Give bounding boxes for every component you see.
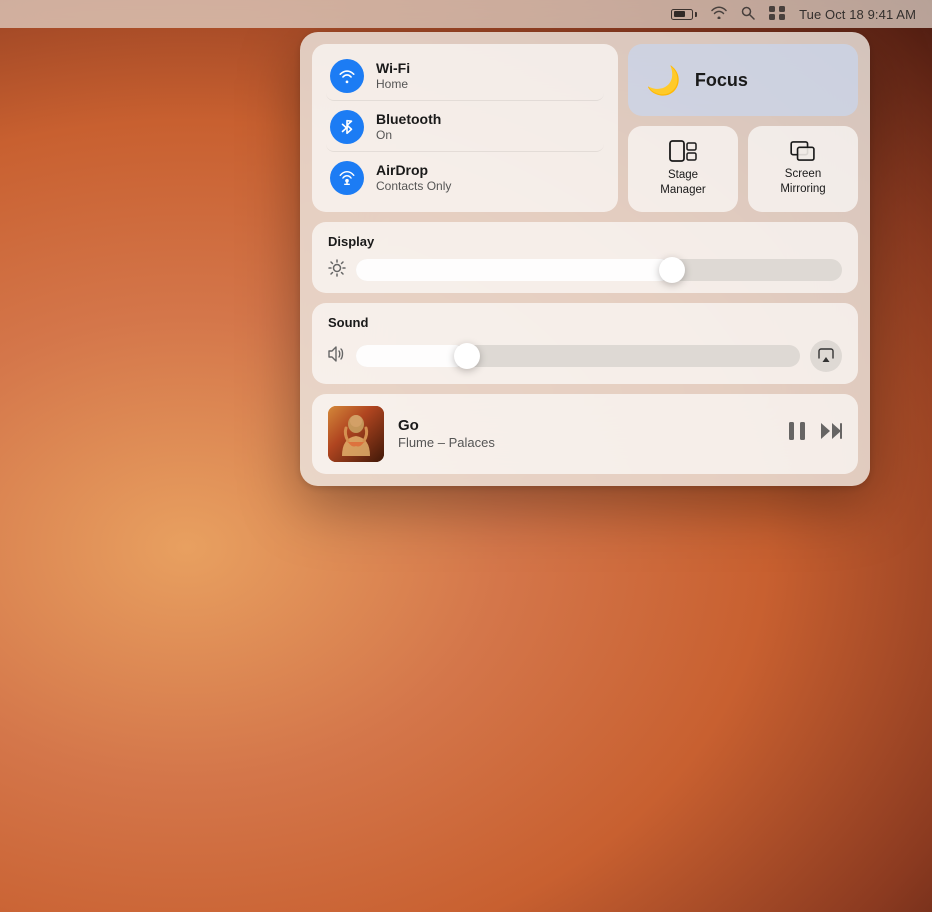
moon-icon: 🌙 [646,64,681,97]
volume-slider[interactable] [356,345,800,367]
display-panel: Display [312,222,858,293]
control-center-panel: Wi-Fi Home Bluetooth On [300,32,870,486]
bluetooth-icon-wrap [330,110,364,144]
wifi-icon [338,67,356,85]
track-info: Go Flume – Palaces [398,416,774,452]
display-slider-row [328,259,842,281]
screen-mirroring-icon [790,141,816,161]
wifi-item[interactable]: Wi-Fi Home [326,52,604,101]
wifi-menubar-icon [711,6,727,22]
focus-label: Focus [695,70,748,91]
stage-manager-icon [669,140,697,162]
bluetooth-icon [338,118,356,136]
wifi-subtitle: Home [376,77,410,91]
airplay-button[interactable] [810,340,842,372]
album-art [328,406,384,462]
bluetooth-text: Bluetooth On [376,111,441,142]
stage-manager-panel[interactable]: StageManager [628,126,738,212]
bluetooth-subtitle: On [376,128,441,142]
airdrop-item[interactable]: AirDrop Contacts Only [326,154,604,202]
airdrop-subtitle: Contacts Only [376,179,451,193]
display-label: Display [328,234,842,249]
control-center-menubar-icon[interactable] [769,6,785,23]
screen-mirroring-label: ScreenMirroring [780,167,825,197]
sound-panel: Sound [312,303,858,384]
airdrop-title: AirDrop [376,162,451,179]
brightness-icon [328,259,346,280]
wifi-icon-wrap [330,59,364,93]
album-art-graphic [328,406,384,462]
menubar: Tue Oct 18 9:41 AM [0,0,932,28]
focus-panel[interactable]: 🌙 Focus [628,44,858,116]
airdrop-text: AirDrop Contacts Only [376,162,451,193]
menubar-datetime: Tue Oct 18 9:41 AM [799,7,916,22]
screen-mirroring-panel[interactable]: ScreenMirroring [748,126,858,212]
search-menubar-icon [741,6,755,23]
skip-forward-button[interactable] [820,422,842,446]
brightness-slider[interactable] [356,259,842,281]
airplay-icon [818,348,834,363]
sound-slider-row [328,340,842,372]
wifi-text: Wi-Fi Home [376,60,410,91]
right-column: 🌙 Focus StageManager [628,44,858,212]
small-panels-row: StageManager ScreenMirroring [628,126,858,212]
battery-icon [671,9,697,20]
track-title: Go [398,416,774,436]
bluetooth-item[interactable]: Bluetooth On [326,103,604,152]
connectivity-panel: Wi-Fi Home Bluetooth On [312,44,618,212]
bluetooth-title: Bluetooth [376,111,441,128]
sound-label: Sound [328,315,842,330]
volume-icon [328,346,346,365]
track-artist: Flume – Palaces [398,435,774,452]
now-playing-panel: Go Flume – Palaces [312,394,858,474]
album-art-background [328,406,384,462]
wifi-title: Wi-Fi [376,60,410,77]
airdrop-icon [338,169,356,187]
playback-controls [788,421,842,447]
airdrop-icon-wrap [330,161,364,195]
stage-manager-label: StageManager [660,168,705,198]
pause-button[interactable] [788,421,806,447]
top-row: Wi-Fi Home Bluetooth On [312,44,858,212]
